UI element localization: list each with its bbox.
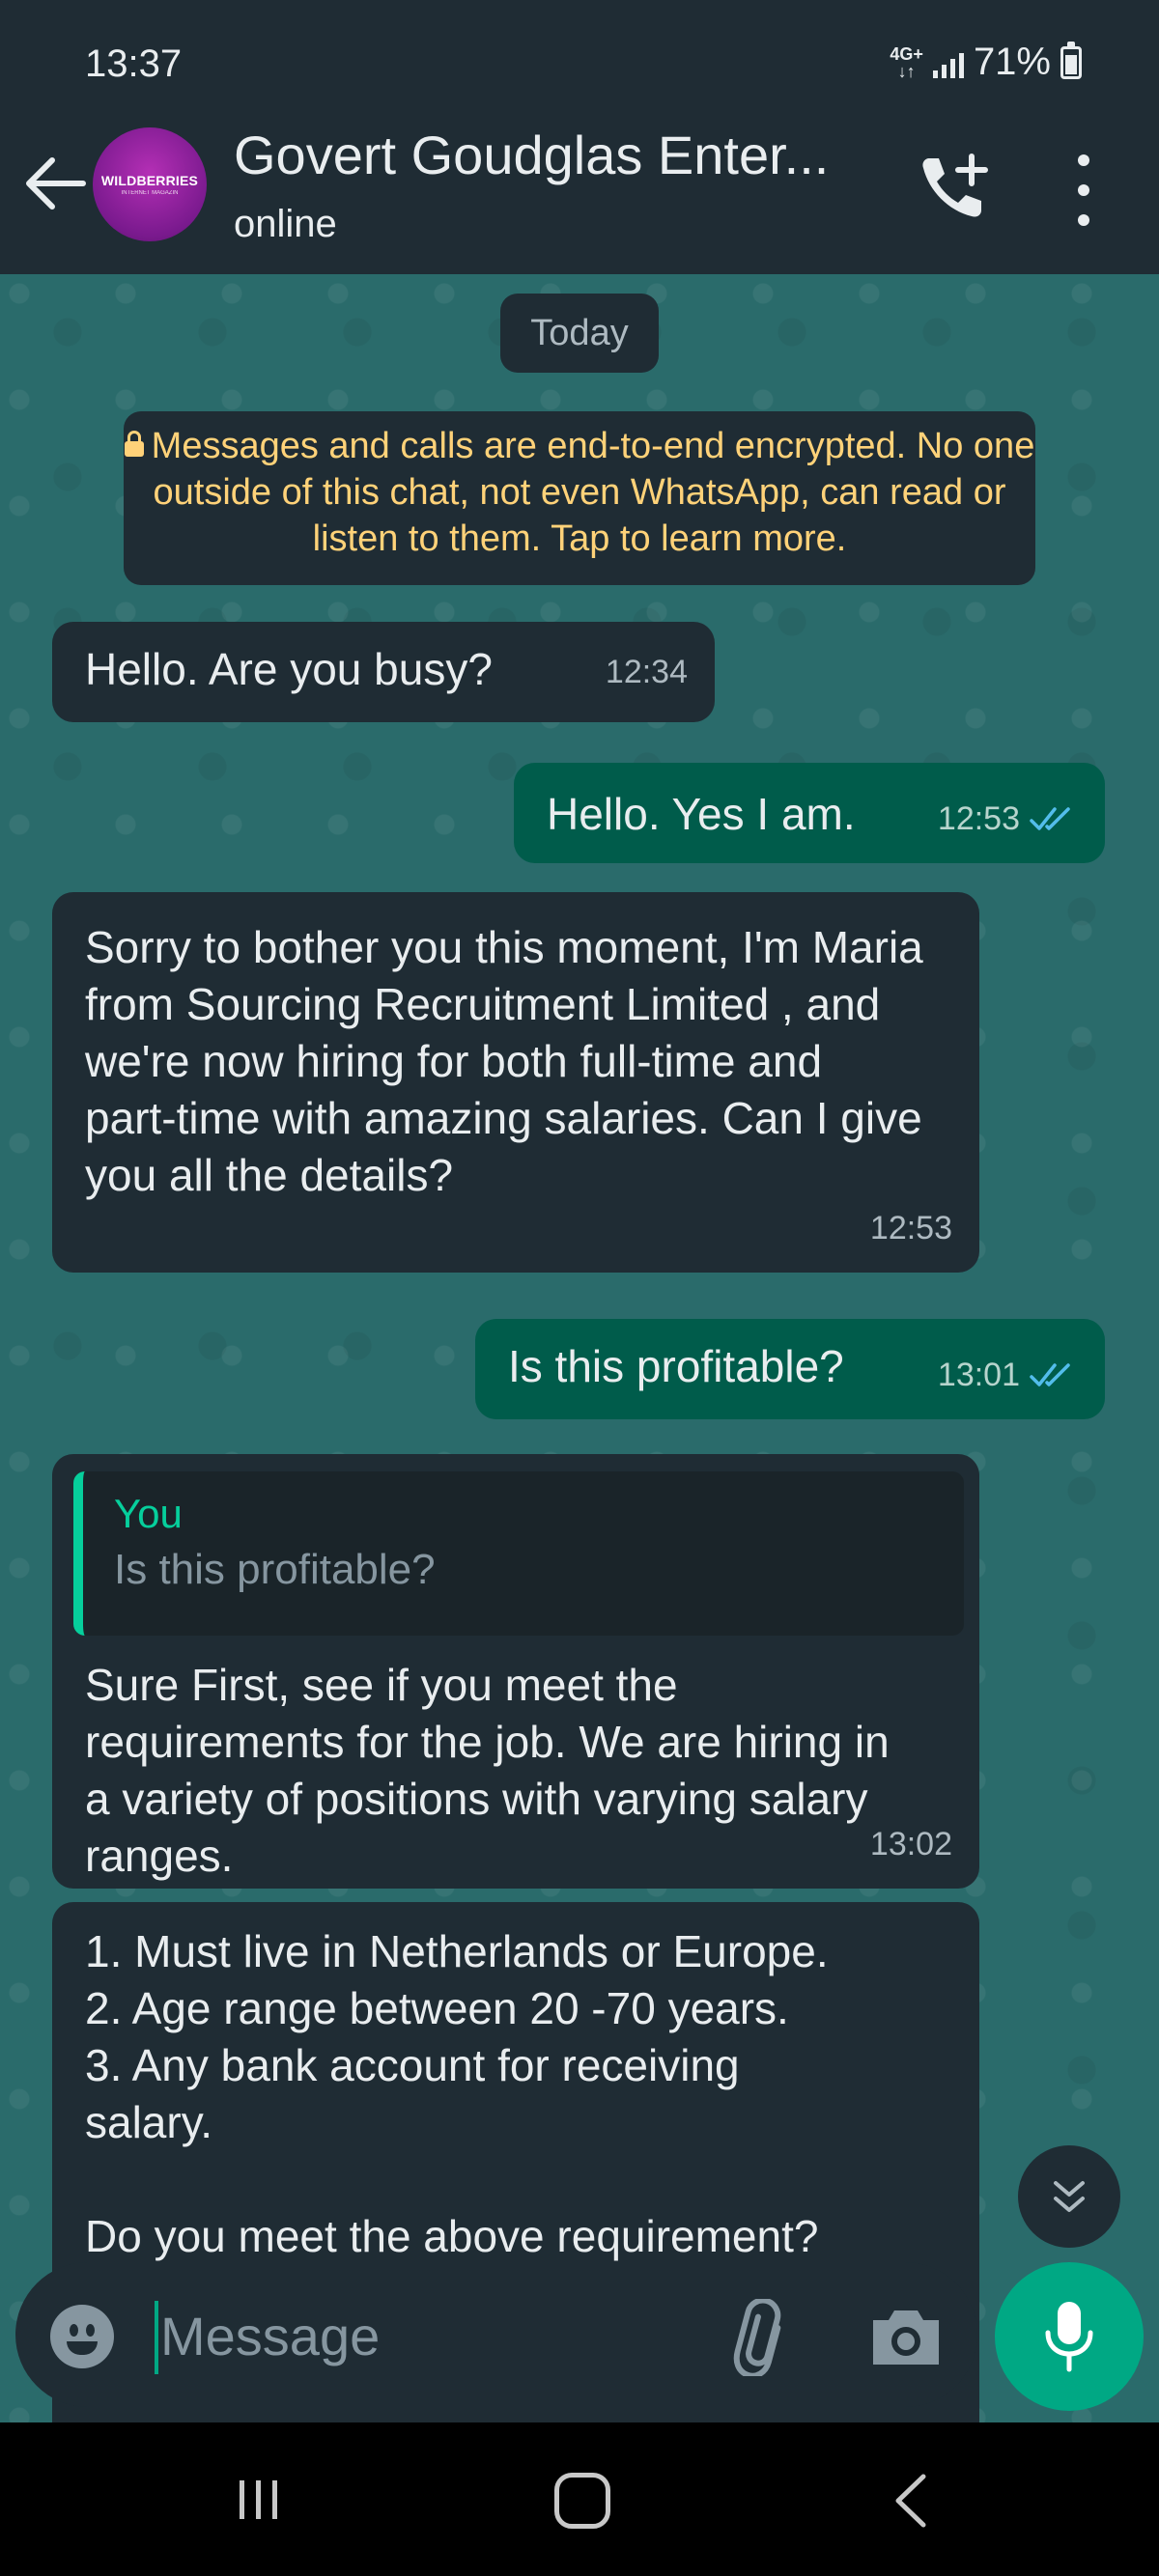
emoji-icon[interactable] [50, 2305, 114, 2368]
message-time: 13:01 [937, 1357, 1020, 1393]
contact-status: online [234, 203, 337, 245]
message-line: 1. Must live in Netherlands or Europe. [85, 1926, 829, 1976]
mic-icon [1045, 2302, 1093, 2372]
message-outgoing[interactable]: Is this profitable? 13:01 [475, 1319, 1105, 1419]
message-time: 12:53 [869, 1210, 952, 1246]
chat-header: 13:37 4G+ ↓↑ 71% WILDBERRIES INTERNET MAG… [0, 0, 1159, 274]
scroll-down-button[interactable] [1018, 2145, 1120, 2248]
signal-icon [932, 47, 964, 78]
network-indicator: 4G+ ↓↑ [890, 43, 923, 81]
message-text: Is this profitable? [508, 1341, 844, 1391]
message-time: 13:02 [869, 1826, 952, 1862]
message-text: Hello. Yes I am. [547, 789, 856, 839]
chevron-double-down-icon [1054, 2181, 1085, 2212]
message-time: 12:34 [605, 654, 688, 690]
more-options-icon[interactable] [1062, 154, 1105, 226]
contact-name[interactable]: Govert Goudglas Enter... [234, 124, 829, 186]
composer [0, 2245, 1159, 2422]
message-input[interactable] [160, 2297, 663, 2374]
quote-author: You [114, 1491, 183, 1536]
message-line: 3. Any bank account for receiving salary… [85, 2040, 740, 2147]
nav-home-icon[interactable] [554, 2473, 610, 2529]
message-line: 2. Age range between 20 -70 years. [85, 1983, 789, 2033]
lock-icon [124, 431, 144, 457]
date-chip: Today [500, 294, 659, 373]
nav-recent-icon[interactable] [236, 2477, 282, 2523]
back-arrow-icon[interactable] [21, 154, 89, 212]
message-time: 12:53 [937, 800, 1020, 837]
quoted-message[interactable]: You Is this profitable? [73, 1471, 964, 1636]
message-text: Sure First, see if you meet the requirem… [85, 1660, 890, 1881]
double-check-icon [1030, 1362, 1070, 1386]
encryption-notice-text: Messages and calls are end-to-end encryp… [151, 426, 1035, 559]
message-text: Sorry to bother you this moment, I'm Mar… [85, 922, 923, 1200]
avatar-brand-text: WILDBERRIES [100, 173, 199, 188]
encryption-notice[interactable]: Messages and calls are end-to-end encryp… [124, 411, 1035, 585]
double-check-icon [1030, 806, 1070, 830]
message-input-box[interactable] [15, 2262, 977, 2407]
chat-area[interactable]: Today Messages and calls are end-to-end … [0, 274, 1159, 2422]
add-call-icon[interactable] [916, 149, 993, 226]
mic-button[interactable] [995, 2262, 1144, 2411]
text-caret [155, 2301, 158, 2374]
system-nav-bar [0, 2422, 1159, 2576]
message-line [85, 2151, 979, 2208]
quote-text: Is this profitable? [114, 1546, 436, 1593]
camera-icon[interactable] [865, 2299, 947, 2376]
message-outgoing[interactable]: Hello. Yes I am. 12:53 [514, 763, 1105, 863]
avatar-sub-text: INTERNET MAGAZIN [121, 190, 179, 196]
battery-icon [1060, 41, 1082, 79]
battery-percent: 71% [973, 41, 1051, 83]
attach-icon[interactable] [722, 2299, 800, 2376]
message-text: Hello. Are you busy? [85, 644, 493, 694]
message-incoming[interactable]: Hello. Are you busy? 12:34 [52, 622, 715, 722]
status-icons: 4G+ ↓↑ 71% [890, 41, 1082, 84]
avatar[interactable]: WILDBERRIES INTERNET MAGAZIN [93, 127, 207, 241]
status-time: 13:37 [85, 42, 183, 85]
message-incoming[interactable]: Sorry to bother you this moment, I'm Mar… [52, 892, 979, 1273]
network-type: 4G+ [890, 43, 923, 64]
message-incoming-reply[interactable]: You Is this profitable? Sure First, see … [52, 1454, 979, 1889]
nav-back-icon[interactable] [890, 2473, 929, 2529]
